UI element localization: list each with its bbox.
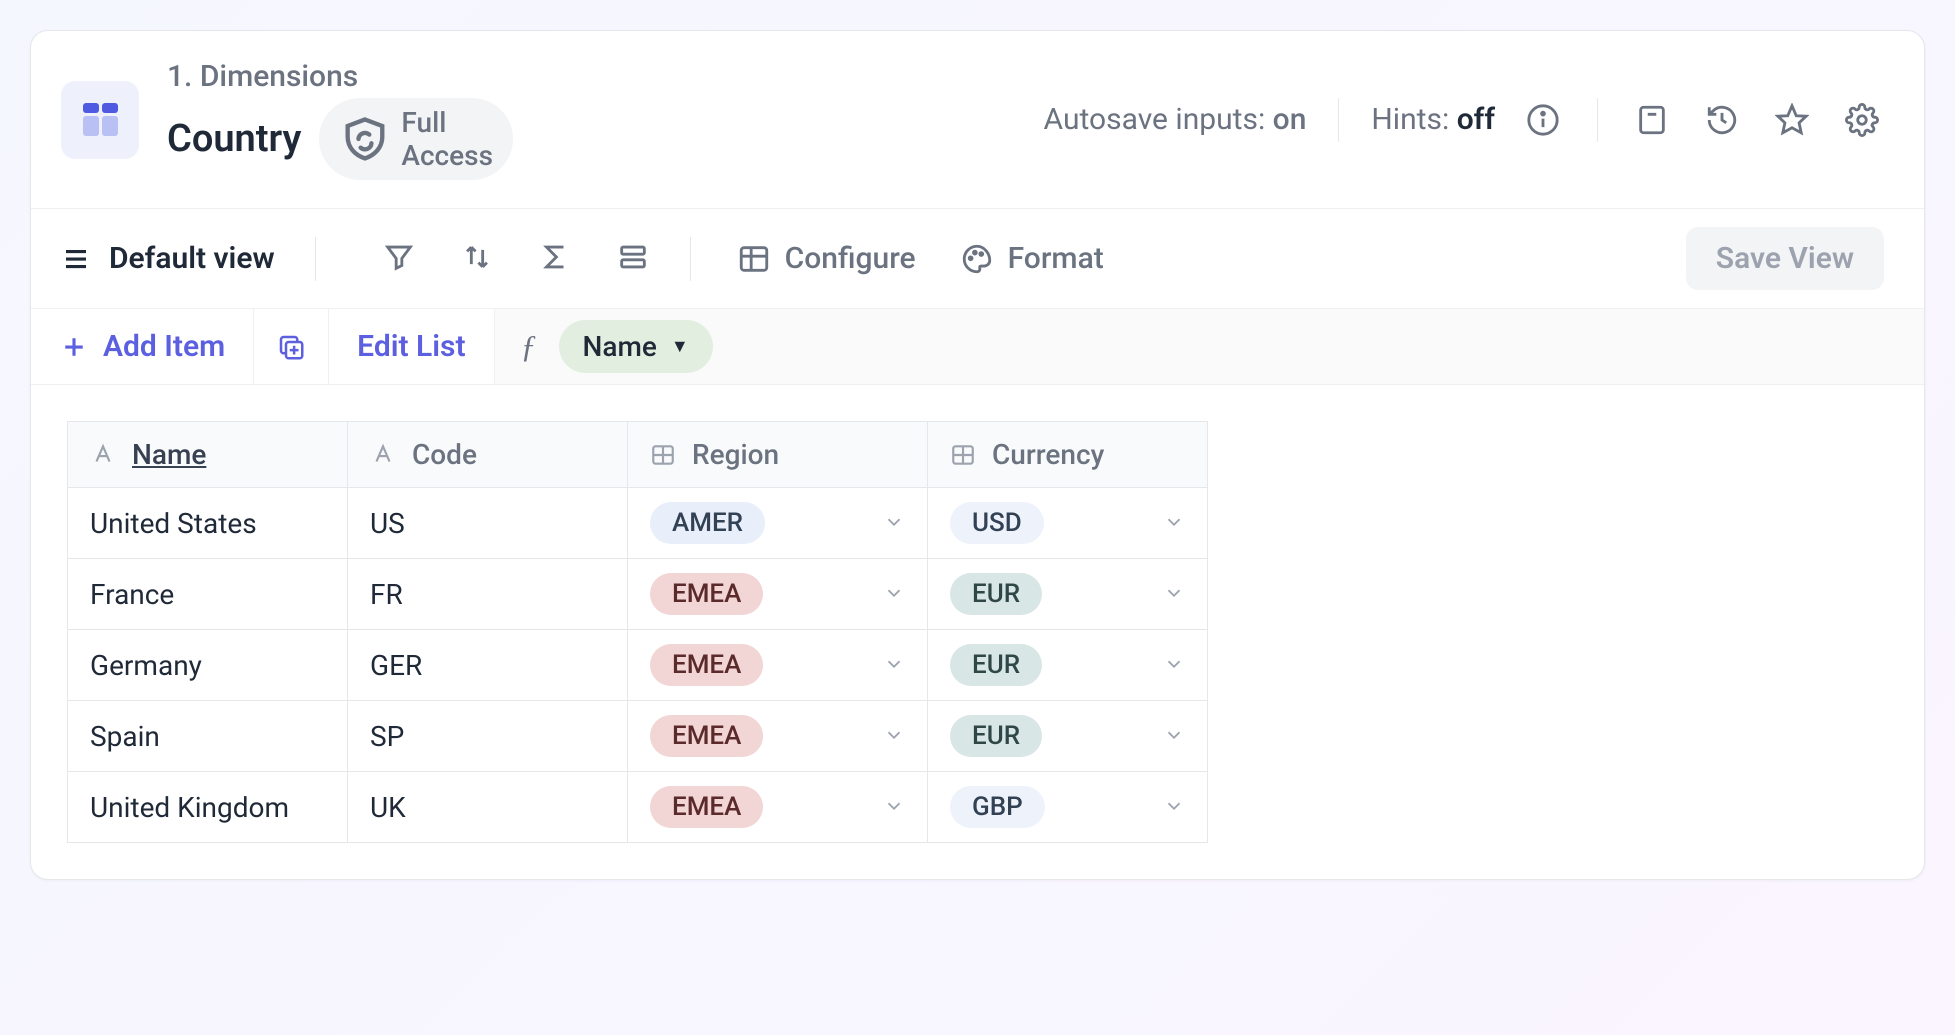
cell-region[interactable]: EMEA [628, 559, 928, 630]
table-body: United StatesUSAMERUSDFranceFREMEAEURGer… [68, 488, 1208, 843]
page-title: Country [167, 117, 301, 161]
data-table: NameCodeRegionCurrency United StatesUS AM… [67, 421, 1208, 843]
chevron-down-icon[interactable] [883, 720, 905, 753]
table-row: SpainSP EMEA EUR [68, 701, 1208, 772]
filter-icon[interactable] [382, 240, 416, 278]
rows-icon[interactable] [616, 240, 650, 278]
cell-name[interactable]: France [68, 559, 348, 630]
cell-currency[interactable]: EUR [928, 701, 1208, 772]
star-icon[interactable] [1770, 98, 1814, 142]
titles: 1. Dimensions Country Full Access [167, 59, 513, 180]
cell-currency[interactable]: EUR [928, 559, 1208, 630]
caret-down-icon: ▼ [671, 336, 689, 357]
column-header-name[interactable]: Name [68, 422, 348, 488]
shield-sync-icon [339, 113, 391, 165]
currency-pill: EUR [950, 715, 1042, 757]
chevron-down-icon[interactable] [883, 649, 905, 682]
divider [690, 237, 691, 281]
chevron-down-icon[interactable] [883, 578, 905, 611]
divider [1338, 98, 1339, 142]
table-row: United KingdomUK EMEA GBP [68, 772, 1208, 843]
access-badge[interactable]: Full Access [319, 98, 513, 180]
cell-name[interactable]: United Kingdom [68, 772, 348, 843]
table-row: United StatesUS AMER USD [68, 488, 1208, 559]
breadcrumb: 1. Dimensions [167, 59, 513, 94]
cell-currency[interactable]: USD [928, 488, 1208, 559]
chevron-down-icon[interactable] [1163, 720, 1185, 753]
edit-list-button[interactable]: Edit List [329, 309, 494, 384]
toolbar: Default view Configure [31, 209, 1924, 309]
table-header-row: NameCodeRegionCurrency [68, 422, 1208, 488]
table-icon [737, 242, 771, 276]
cell-code[interactable]: SP [348, 701, 628, 772]
formula-bar[interactable]: ƒ Name ▼ [495, 309, 1924, 384]
autosave-status[interactable]: Autosave inputs: on [1044, 102, 1307, 137]
currency-pill: USD [950, 502, 1044, 544]
cell-code[interactable]: UK [348, 772, 628, 843]
sigma-icon[interactable] [538, 240, 572, 278]
add-item-button[interactable]: Add Item [31, 309, 254, 384]
chevron-down-icon[interactable] [1163, 649, 1185, 682]
cell-name[interactable]: Spain [68, 701, 348, 772]
add-duplicate-button[interactable] [254, 309, 329, 384]
chevron-down-icon[interactable] [1163, 578, 1185, 611]
main-card: 1. Dimensions Country Full Access Autosa… [30, 30, 1925, 880]
save-view-button[interactable]: Save View [1686, 227, 1884, 290]
grid-icon [83, 103, 118, 136]
region-pill: AMER [650, 502, 765, 544]
view-selector[interactable]: Default view [61, 241, 275, 276]
chevron-down-icon[interactable] [883, 791, 905, 824]
divider [1597, 98, 1598, 142]
function-icon: ƒ [521, 328, 537, 365]
formula-name-chip[interactable]: Name ▼ [559, 320, 713, 373]
menu-icon [61, 244, 91, 274]
header: 1. Dimensions Country Full Access Autosa… [31, 31, 1924, 209]
sort-icon[interactable] [460, 240, 494, 278]
divider [315, 237, 316, 281]
chevron-down-icon[interactable] [1163, 507, 1185, 540]
cell-name[interactable]: Germany [68, 630, 348, 701]
cell-region[interactable]: AMER [628, 488, 928, 559]
header-right: Autosave inputs: on Hints: off [1044, 98, 1884, 142]
cell-currency[interactable]: GBP [928, 772, 1208, 843]
region-pill: EMEA [650, 715, 763, 757]
cell-name[interactable]: United States [68, 488, 348, 559]
cell-code[interactable]: FR [348, 559, 628, 630]
actionbar: Add Item Edit List ƒ Name ▼ [31, 309, 1924, 385]
toolbar-icons [382, 240, 650, 278]
cell-region[interactable]: EMEA [628, 630, 928, 701]
column-header-currency[interactable]: Currency [928, 422, 1208, 488]
cell-code[interactable]: GER [348, 630, 628, 701]
palette-icon [960, 242, 994, 276]
currency-pill: EUR [950, 644, 1042, 686]
configure-button[interactable]: Configure [737, 241, 916, 276]
toolbar-labels: Configure Format [737, 241, 1104, 276]
note-icon[interactable] [1630, 98, 1674, 142]
currency-pill: EUR [950, 573, 1042, 615]
table-row: FranceFR EMEA EUR [68, 559, 1208, 630]
history-icon[interactable] [1700, 98, 1744, 142]
cell-region[interactable]: EMEA [628, 772, 928, 843]
chevron-down-icon[interactable] [883, 507, 905, 540]
plus-icon [59, 332, 89, 362]
cell-code[interactable]: US [348, 488, 628, 559]
info-icon[interactable] [1521, 98, 1565, 142]
chevron-down-icon[interactable] [1163, 791, 1185, 824]
table-row: GermanyGER EMEA EUR [68, 630, 1208, 701]
cell-currency[interactable]: EUR [928, 630, 1208, 701]
gear-icon[interactable] [1840, 98, 1884, 142]
hints-status[interactable]: Hints: off [1371, 102, 1495, 137]
format-button[interactable]: Format [960, 241, 1104, 276]
duplicate-plus-icon [276, 332, 306, 362]
region-pill: EMEA [650, 573, 763, 615]
column-header-code[interactable]: Code [348, 422, 628, 488]
table-wrap: NameCodeRegionCurrency United StatesUS AM… [31, 385, 1924, 879]
access-label: Full Access [401, 106, 493, 172]
cell-region[interactable]: EMEA [628, 701, 928, 772]
region-pill: EMEA [650, 786, 763, 828]
app-icon [61, 81, 139, 159]
currency-pill: GBP [950, 786, 1045, 828]
column-header-region[interactable]: Region [628, 422, 928, 488]
region-pill: EMEA [650, 644, 763, 686]
